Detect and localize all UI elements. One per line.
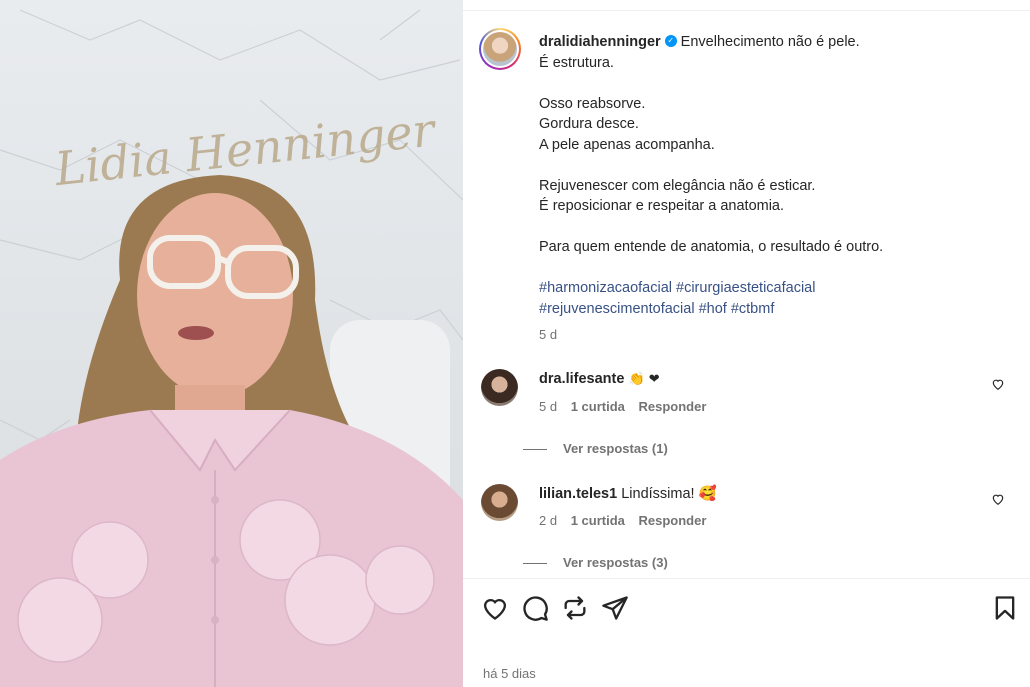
view-replies-button[interactable]: Ver respostas (3) <box>523 555 668 570</box>
reply-button[interactable]: Responder <box>639 399 707 414</box>
commenter-avatar[interactable] <box>481 369 518 406</box>
bookmark-icon[interactable] <box>991 594 1019 622</box>
comment-likes[interactable]: 1 curtida <box>571 513 625 528</box>
comment-age[interactable]: 2 d <box>539 513 557 528</box>
comment-like-heart-icon[interactable] <box>991 492 1005 506</box>
caption-line: Gordura desce. <box>539 116 639 132</box>
heart-icon[interactable] <box>481 594 509 622</box>
replies-line <box>523 563 547 565</box>
caption-line: É estrutura. <box>539 54 614 71</box>
reply-button[interactable]: Responder <box>639 513 707 528</box>
actions-divider <box>463 578 1030 579</box>
repost-icon[interactable] <box>561 594 589 622</box>
comment-like-heart-icon[interactable] <box>991 377 1005 391</box>
hashtags[interactable]: #rejuvenescimentofacial #hof #ctbmf <box>539 299 1019 320</box>
caption-line: Rejuvenescer com elegância não é esticar… <box>539 177 816 194</box>
view-replies-button[interactable]: Ver respostas (1) <box>523 441 668 456</box>
comment-icon[interactable] <box>521 594 549 622</box>
commenter-username[interactable]: lilian.teles1 <box>539 486 617 502</box>
author-avatar[interactable] <box>479 28 521 70</box>
post-media[interactable]: Lidia Henninger <box>0 0 463 687</box>
caption-line: Osso reabsorve. <box>539 95 646 112</box>
post-details-panel: dralidiahenninger ✓ Envelhecimento não é p… <box>463 0 1030 687</box>
comment-age[interactable]: 5 d <box>539 399 557 414</box>
post-age[interactable]: 5 d <box>539 325 1019 346</box>
replies-line <box>523 449 547 451</box>
post-actions-bar <box>481 594 1021 624</box>
comment-likes[interactable]: 1 curtida <box>571 399 625 414</box>
commenter-avatar[interactable] <box>481 484 518 521</box>
verified-badge-icon: ✓ <box>664 35 677 48</box>
commenter-username[interactable]: dra.lifesante <box>539 371 624 387</box>
view-replies-label: Ver respostas (3) <box>563 555 668 570</box>
comment-text: 👏 ❤ <box>628 372 660 387</box>
view-replies-label: Ver respostas (1) <box>563 441 668 456</box>
video-frame-illustration: Lidia Henninger <box>0 9 463 687</box>
caption-line: A pele apenas acompanha. <box>539 136 715 153</box>
post-timestamp[interactable]: há 5 dias <box>483 666 536 681</box>
top-divider <box>463 10 1030 11</box>
caption-line: Envelhecimento não é pele. <box>680 34 860 50</box>
comment-text: Lindíssima! 🥰 <box>621 486 717 502</box>
send-icon[interactable] <box>601 594 629 622</box>
caption-line: É reposicionar e respeitar a anatomia. <box>539 198 785 214</box>
author-username[interactable]: dralidiahenninger <box>539 34 661 50</box>
caption-line: Para quem entende de anatomia, o resulta… <box>539 239 884 255</box>
hashtags[interactable]: #harmonizacaofacial #cirurgiaesteticafac… <box>539 278 1019 299</box>
